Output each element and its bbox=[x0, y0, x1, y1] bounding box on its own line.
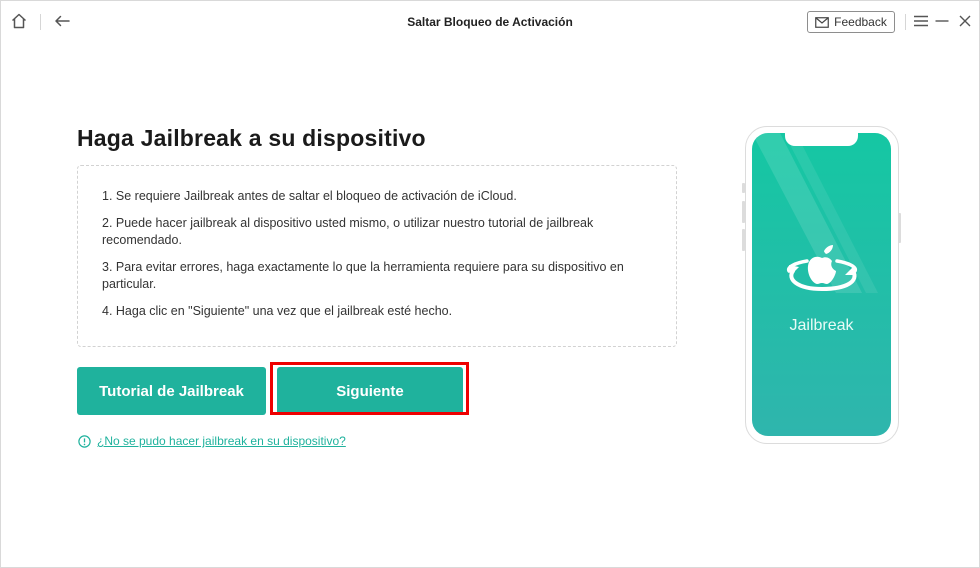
page-title: Haga Jailbreak a su dispositivo bbox=[77, 125, 426, 151]
phone-screen: Jailbreak bbox=[752, 133, 891, 436]
phone-side-button bbox=[898, 213, 901, 243]
menu-button[interactable] bbox=[910, 10, 932, 32]
phone-side-button bbox=[742, 229, 745, 251]
instruction-item: 2. Puede hacer jailbreak al dispositivo … bbox=[102, 216, 594, 247]
jailbreak-failed-link[interactable]: ¿No se pudo hacer jailbreak en su dispos… bbox=[78, 434, 346, 448]
phone-side-button bbox=[742, 183, 745, 193]
phone-notch bbox=[785, 133, 858, 146]
jailbreak-tutorial-button[interactable]: Tutorial de Jailbreak bbox=[77, 367, 266, 415]
phone-side-button bbox=[742, 201, 745, 223]
phone-illustration: Jailbreak bbox=[742, 126, 901, 444]
minimize-icon bbox=[935, 20, 949, 22]
phone-jailbreak-label: Jailbreak bbox=[789, 317, 854, 334]
feedback-label: Feedback bbox=[834, 15, 887, 29]
toolbar-separator bbox=[905, 14, 906, 30]
instruction-item: 4. Haga clic en "Siguiente" una vez que … bbox=[102, 304, 453, 318]
instruction-item: 3. Para evitar errores, haga exactamente… bbox=[102, 260, 624, 291]
minimize-button[interactable] bbox=[931, 10, 953, 32]
app-window: Saltar Bloqueo de Activación Feedback Ha bbox=[0, 0, 980, 568]
apple-refresh-icon bbox=[786, 245, 858, 292]
next-button[interactable]: Siguiente bbox=[277, 367, 463, 415]
close-icon bbox=[959, 15, 971, 27]
close-button[interactable] bbox=[954, 10, 976, 32]
title-bar: Saltar Bloqueo de Activación Feedback bbox=[1, 1, 979, 43]
hamburger-icon bbox=[914, 15, 928, 27]
feedback-button[interactable]: Feedback bbox=[807, 11, 895, 33]
info-circle-icon bbox=[78, 434, 91, 448]
instructions-box: 1. Se requiere Jailbreak antes de saltar… bbox=[77, 165, 677, 347]
jailbreak-failed-link-text: ¿No se pudo hacer jailbreak en su dispos… bbox=[97, 434, 346, 448]
envelope-icon bbox=[815, 16, 829, 28]
instruction-item: 1. Se requiere Jailbreak antes de saltar… bbox=[102, 189, 517, 203]
